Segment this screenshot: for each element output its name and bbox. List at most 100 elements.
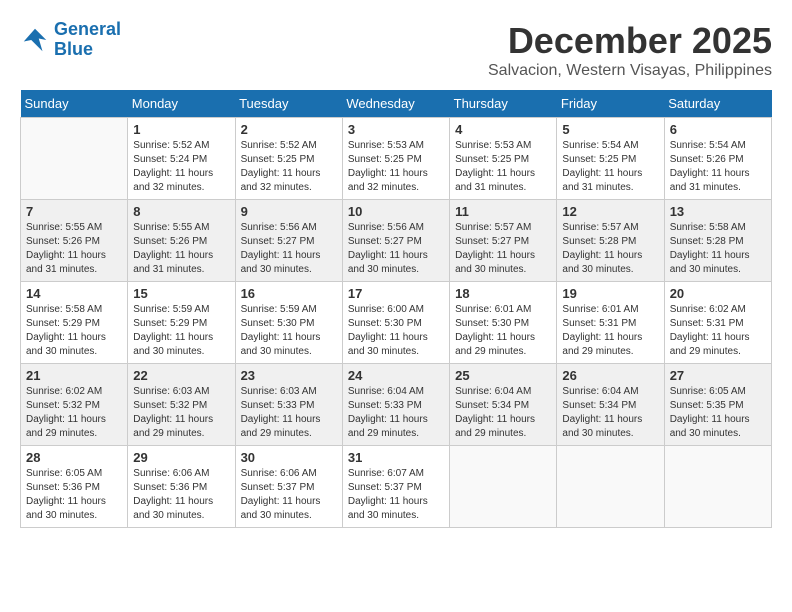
day-number: 5 xyxy=(562,122,658,137)
calendar-cell xyxy=(450,446,557,528)
day-number: 29 xyxy=(133,450,229,465)
day-number: 23 xyxy=(241,368,337,383)
calendar-cell xyxy=(664,446,771,528)
day-info: Sunrise: 6:02 AM Sunset: 5:32 PM Dayligh… xyxy=(26,385,122,441)
calendar-cell: 27 Sunrise: 6:05 AM Sunset: 5:35 PM Dayli… xyxy=(664,364,771,446)
day-number: 6 xyxy=(670,122,766,137)
calendar-cell: 4 Sunrise: 5:53 AM Sunset: 5:25 PM Daylig… xyxy=(450,118,557,200)
day-number: 7 xyxy=(26,204,122,219)
day-number: 19 xyxy=(562,286,658,301)
day-number: 8 xyxy=(133,204,229,219)
day-number: 30 xyxy=(241,450,337,465)
calendar-cell: 14 Sunrise: 5:58 AM Sunset: 5:29 PM Dayli… xyxy=(21,282,128,364)
day-info: Sunrise: 5:57 AM Sunset: 5:27 PM Dayligh… xyxy=(455,221,551,277)
calendar-cell: 9Sunrise: 5:56 AM Sunset: 5:27 PM Daylig… xyxy=(235,200,342,282)
calendar-cell: 21Sunrise: 6:02 AM Sunset: 5:32 PM Dayli… xyxy=(21,364,128,446)
day-number: 27 xyxy=(670,368,766,383)
logo-text: General Blue xyxy=(54,20,121,60)
day-info: Sunrise: 5:55 AM Sunset: 5:26 PM Dayligh… xyxy=(133,221,229,277)
calendar-week-row: 1 Sunrise: 5:52 AM Sunset: 5:24 PM Daylig… xyxy=(21,118,772,200)
day-number: 3 xyxy=(348,122,444,137)
logo-icon xyxy=(20,25,50,55)
day-number: 16 xyxy=(241,286,337,301)
calendar-cell: 17Sunrise: 6:00 AM Sunset: 5:30 PM Dayli… xyxy=(342,282,449,364)
header-thursday: Thursday xyxy=(450,90,557,118)
day-number: 22 xyxy=(133,368,229,383)
day-info: Sunrise: 5:56 AM Sunset: 5:27 PM Dayligh… xyxy=(348,221,444,277)
day-number: 10 xyxy=(348,204,444,219)
calendar-cell: 15 Sunrise: 5:59 AM Sunset: 5:29 PM Dayli… xyxy=(128,282,235,364)
calendar-cell: 30 Sunrise: 6:06 AM Sunset: 5:37 PM Dayli… xyxy=(235,446,342,528)
calendar-cell: 7 Sunrise: 5:55 AM Sunset: 5:26 PM Daylig… xyxy=(21,200,128,282)
day-number: 31 xyxy=(348,450,444,465)
day-info: Sunrise: 6:05 AM Sunset: 5:35 PM Dayligh… xyxy=(670,385,766,441)
calendar-cell: 12 Sunrise: 5:57 AM Sunset: 5:28 PM Dayli… xyxy=(557,200,664,282)
calendar-cell: 29 Sunrise: 6:06 AM Sunset: 5:36 PM Dayli… xyxy=(128,446,235,528)
day-info: Sunrise: 5:59 AM Sunset: 5:29 PM Dayligh… xyxy=(133,303,229,359)
calendar-header-row: SundayMondayTuesdayWednesdayThursdayFrid… xyxy=(21,90,772,118)
location-title: Salvacion, Western Visayas, Philippines xyxy=(488,62,772,80)
day-info: Sunrise: 6:01 AM Sunset: 5:30 PM Dayligh… xyxy=(455,303,551,359)
day-number: 17 xyxy=(348,286,444,301)
logo-line2: Blue xyxy=(54,39,93,59)
day-info: Sunrise: 6:01 AM Sunset: 5:31 PM Dayligh… xyxy=(562,303,658,359)
calendar-week-row: 28Sunrise: 6:05 AM Sunset: 5:36 PM Dayli… xyxy=(21,446,772,528)
day-info: Sunrise: 5:57 AM Sunset: 5:28 PM Dayligh… xyxy=(562,221,658,277)
day-info: Sunrise: 5:55 AM Sunset: 5:26 PM Dayligh… xyxy=(26,221,122,277)
calendar-cell: 26 Sunrise: 6:04 AM Sunset: 5:34 PM Dayli… xyxy=(557,364,664,446)
logo-line1: General xyxy=(54,19,121,39)
day-number: 4 xyxy=(455,122,551,137)
header-saturday: Saturday xyxy=(664,90,771,118)
calendar-cell: 11 Sunrise: 5:57 AM Sunset: 5:27 PM Dayli… xyxy=(450,200,557,282)
day-number: 12 xyxy=(562,204,658,219)
calendar-cell: 10 Sunrise: 5:56 AM Sunset: 5:27 PM Dayli… xyxy=(342,200,449,282)
calendar-cell: 13 Sunrise: 5:58 AM Sunset: 5:28 PM Dayli… xyxy=(664,200,771,282)
page-header: General Blue December 2025 Salvacion, We… xyxy=(20,20,772,80)
day-info: Sunrise: 6:02 AM Sunset: 5:31 PM Dayligh… xyxy=(670,303,766,359)
day-number: 1 xyxy=(133,122,229,137)
day-info: Sunrise: 6:04 AM Sunset: 5:34 PM Dayligh… xyxy=(455,385,551,441)
calendar-cell xyxy=(21,118,128,200)
day-info: Sunrise: 5:52 AM Sunset: 5:24 PM Dayligh… xyxy=(133,139,229,195)
day-number: 15 xyxy=(133,286,229,301)
calendar-cell: 31Sunrise: 6:07 AM Sunset: 5:37 PM Dayli… xyxy=(342,446,449,528)
calendar-cell: 2Sunrise: 5:52 AM Sunset: 5:25 PM Daylig… xyxy=(235,118,342,200)
month-title: December 2025 xyxy=(488,20,772,62)
header-sunday: Sunday xyxy=(21,90,128,118)
calendar-cell: 18Sunrise: 6:01 AM Sunset: 5:30 PM Dayli… xyxy=(450,282,557,364)
logo: General Blue xyxy=(20,20,121,60)
day-number: 2 xyxy=(241,122,337,137)
day-number: 13 xyxy=(670,204,766,219)
day-number: 24 xyxy=(348,368,444,383)
day-info: Sunrise: 6:04 AM Sunset: 5:34 PM Dayligh… xyxy=(562,385,658,441)
day-info: Sunrise: 6:03 AM Sunset: 5:33 PM Dayligh… xyxy=(241,385,337,441)
header-tuesday: Tuesday xyxy=(235,90,342,118)
calendar-cell: 5 Sunrise: 5:54 AM Sunset: 5:25 PM Daylig… xyxy=(557,118,664,200)
day-info: Sunrise: 5:58 AM Sunset: 5:28 PM Dayligh… xyxy=(670,221,766,277)
header-wednesday: Wednesday xyxy=(342,90,449,118)
day-number: 26 xyxy=(562,368,658,383)
day-number: 28 xyxy=(26,450,122,465)
calendar-week-row: 14 Sunrise: 5:58 AM Sunset: 5:29 PM Dayli… xyxy=(21,282,772,364)
day-info: Sunrise: 6:06 AM Sunset: 5:37 PM Dayligh… xyxy=(241,467,337,523)
day-info: Sunrise: 5:54 AM Sunset: 5:25 PM Dayligh… xyxy=(562,139,658,195)
calendar-cell: 20 Sunrise: 6:02 AM Sunset: 5:31 PM Dayli… xyxy=(664,282,771,364)
day-number: 14 xyxy=(26,286,122,301)
calendar-week-row: 7 Sunrise: 5:55 AM Sunset: 5:26 PM Daylig… xyxy=(21,200,772,282)
calendar-cell: 3Sunrise: 5:53 AM Sunset: 5:25 PM Daylig… xyxy=(342,118,449,200)
calendar-cell: 28Sunrise: 6:05 AM Sunset: 5:36 PM Dayli… xyxy=(21,446,128,528)
header-monday: Monday xyxy=(128,90,235,118)
day-info: Sunrise: 5:58 AM Sunset: 5:29 PM Dayligh… xyxy=(26,303,122,359)
calendar-cell: 1 Sunrise: 5:52 AM Sunset: 5:24 PM Daylig… xyxy=(128,118,235,200)
calendar-cell xyxy=(557,446,664,528)
day-info: Sunrise: 6:04 AM Sunset: 5:33 PM Dayligh… xyxy=(348,385,444,441)
day-number: 11 xyxy=(455,204,551,219)
day-number: 25 xyxy=(455,368,551,383)
day-info: Sunrise: 6:06 AM Sunset: 5:36 PM Dayligh… xyxy=(133,467,229,523)
calendar-cell: 24 Sunrise: 6:04 AM Sunset: 5:33 PM Dayli… xyxy=(342,364,449,446)
day-number: 20 xyxy=(670,286,766,301)
calendar-table: SundayMondayTuesdayWednesdayThursdayFrid… xyxy=(20,90,772,528)
day-info: Sunrise: 5:54 AM Sunset: 5:26 PM Dayligh… xyxy=(670,139,766,195)
day-info: Sunrise: 5:53 AM Sunset: 5:25 PM Dayligh… xyxy=(455,139,551,195)
calendar-cell: 22Sunrise: 6:03 AM Sunset: 5:32 PM Dayli… xyxy=(128,364,235,446)
